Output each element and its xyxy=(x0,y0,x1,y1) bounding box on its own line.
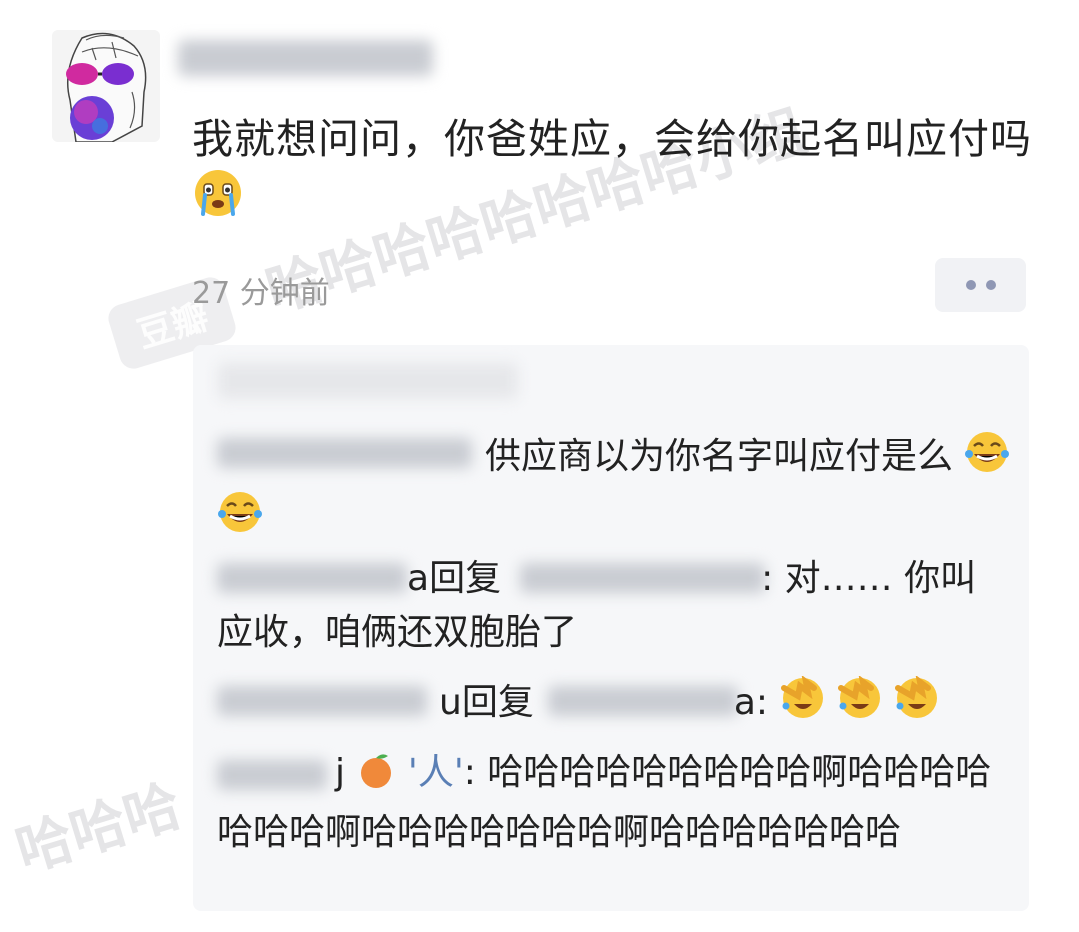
reply-author-tail[interactable]: u xyxy=(439,682,462,723)
reply-target-tail[interactable]: a xyxy=(734,682,756,723)
reply-item: j '人': 哈哈哈哈哈哈哈哈哈啊哈哈哈哈哈哈哈啊哈哈哈哈哈哈哈啊哈哈哈哈哈哈哈 xyxy=(217,746,1012,860)
facepalm-laughing-icon xyxy=(894,674,940,736)
watermark-text-lower: 哈哈哈 xyxy=(8,773,189,885)
reply-to-label: 回复 xyxy=(461,682,534,723)
crying-face-icon xyxy=(192,168,244,233)
orange-fruit-icon xyxy=(356,750,396,806)
reply-text: : xyxy=(755,682,769,723)
facepalm-laughing-icon xyxy=(837,674,883,736)
reply-item: a回复: 对…… 你叫应收，咱俩还双胞胎了 xyxy=(217,552,1012,660)
reply-item: 供应商以为你名字叫应付是么 xyxy=(217,430,1012,550)
user-avatar[interactable] xyxy=(52,30,160,142)
reply-author-tail[interactable]: a xyxy=(407,558,429,599)
reply-text: : 对…… 你叫应收，咱俩还双胞胎了 xyxy=(217,558,977,653)
comment-body: 我就想问问，你爸姓应，会给你起名叫应付吗 xyxy=(192,115,1032,163)
reply-text: : 哈哈哈哈哈哈哈哈哈啊哈哈哈哈哈哈哈啊哈哈哈哈哈哈哈啊哈哈哈哈哈哈哈 xyxy=(217,752,992,853)
replies-header-redacted xyxy=(218,363,518,399)
comment-timestamp: 27 分钟前 xyxy=(192,276,330,311)
more-button[interactable] xyxy=(935,258,1026,312)
more-dots-icon xyxy=(965,280,976,290)
reply-text: 供应商以为你名字叫应付是么 xyxy=(485,436,954,477)
reply-kaomoji: '人' xyxy=(407,752,464,793)
tears-of-joy-icon xyxy=(217,490,263,550)
reply-to-label: 回复 xyxy=(429,558,502,599)
comment-text: 我就想问问，你爸姓应，会给你起名叫应付吗 xyxy=(192,110,1042,233)
reply-author-tail[interactable]: j xyxy=(335,752,345,793)
facepalm-laughing-icon xyxy=(780,674,826,736)
more-dots-icon-second xyxy=(985,280,996,290)
tears-of-joy-icon xyxy=(964,430,1010,490)
reply-item: u回复 a: xyxy=(217,674,1012,736)
username-redacted[interactable] xyxy=(178,40,433,76)
